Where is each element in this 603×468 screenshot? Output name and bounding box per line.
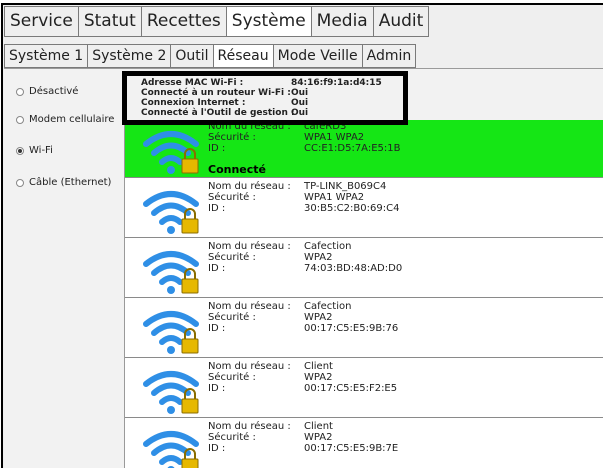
wifi-status-box: Adresse MAC Wi-Fi : 84:16:f9:1a:d4:15 Con… xyxy=(122,71,408,125)
radio-indicator xyxy=(16,87,24,96)
internet-label: Connexion Internet : xyxy=(141,98,246,108)
connection-status: Connecté xyxy=(208,163,266,176)
radio-desactive[interactable]: Désactivé xyxy=(16,86,120,97)
network-row[interactable]: Nom du réseau : Client Sécurité : WPA2 ID : 0… xyxy=(125,360,603,418)
internet-value: Oui xyxy=(291,98,309,108)
wifi-lock-icon xyxy=(143,311,199,354)
tab-recettes[interactable]: Recettes xyxy=(140,6,226,37)
network-row[interactable]: Nom du réseau : Cafection Sécurité : WPA2 ID… xyxy=(125,240,603,298)
tab-media[interactable]: Media xyxy=(310,6,373,37)
network-name: Client xyxy=(304,361,333,372)
subtab-outil[interactable]: Outil xyxy=(170,44,213,68)
subtab-mode-veille[interactable]: Mode Veille xyxy=(272,44,362,68)
network-security: WPA2 xyxy=(304,432,333,443)
tool-value: Oui xyxy=(291,108,309,118)
router-value: Oui xyxy=(291,88,309,98)
radio-label: Modem cellulaire xyxy=(29,114,115,125)
main-tab-bar: Service Statut Recettes Système Media Au… xyxy=(4,6,430,37)
network-security: WPA2 xyxy=(304,312,333,323)
network-security-label: Sécurité : xyxy=(208,252,256,263)
network-id: 00:17:C5:E5:9B:7E xyxy=(304,443,399,454)
network-info: Nom du réseau : Cafection Sécurité : WPA2 ID… xyxy=(208,301,398,334)
wifi-lock-icon xyxy=(143,371,199,414)
network-info: Nom du réseau : Client Sécurité : WPA2 ID : 0… xyxy=(208,421,398,454)
mac-value: 84:16:f9:1a:d4:15 xyxy=(291,78,382,88)
tool-label: Connecté à l'Outil de gestion : xyxy=(141,108,295,118)
router-label: Connecté à un routeur Wi-Fi : xyxy=(141,88,291,98)
network-id-label: ID : xyxy=(208,263,226,274)
subtab-systeme-2[interactable]: Système 2 xyxy=(87,44,171,68)
radio-wifi[interactable]: Wi-Fi xyxy=(16,145,120,156)
network-name-label: Nom du réseau : xyxy=(208,301,291,312)
radio-label: Wi-Fi xyxy=(29,145,53,156)
network-id-label: ID : xyxy=(208,323,226,334)
network-name-label: Nom du réseau : xyxy=(208,361,291,372)
network-security: WPA2 xyxy=(304,252,333,263)
subtab-admin[interactable]: Admin xyxy=(361,44,416,68)
network-id: 30:B5:C2:B0:69:C4 xyxy=(304,203,400,214)
tab-systeme[interactable]: Système xyxy=(225,6,311,37)
network-id: 00:17:C5:E5:9B:76 xyxy=(304,323,399,334)
network-id-label: ID : xyxy=(208,443,226,454)
mac-label: Adresse MAC Wi-Fi : xyxy=(141,78,244,88)
network-security-label: Sécurité : xyxy=(208,192,256,203)
network-id-label: ID : xyxy=(208,203,226,214)
radio-modem-cellulaire[interactable]: Modem cellulaire xyxy=(16,114,120,125)
radio-label: Désactivé xyxy=(29,86,79,97)
network-security-label: Sécurité : xyxy=(208,132,256,143)
network-row[interactable]: Nom du réseau : cafeRD3 Sécurité : WPA1 WPA… xyxy=(125,120,603,178)
radio-label: Câble (Ethernet) xyxy=(29,177,112,188)
tab-statut[interactable]: Statut xyxy=(77,6,141,37)
network-id-label: ID : xyxy=(208,383,226,394)
network-list[interactable]: Nom du réseau : cafeRD3 Sécurité : WPA1 WPA… xyxy=(124,120,603,468)
sub-tab-bar: Système 1 Système 2 Outil Réseau Mode Ve… xyxy=(4,44,416,68)
network-name: TP-LINK_B069C4 xyxy=(304,181,387,192)
network-name: Client xyxy=(304,421,333,432)
network-row[interactable]: Nom du réseau : Cafection Sécurité : WPA2 ID… xyxy=(125,300,603,358)
radio-cable-ethernet[interactable]: Câble (Ethernet) xyxy=(16,177,120,188)
subtab-reseau[interactable]: Réseau xyxy=(212,44,273,68)
radio-indicator xyxy=(16,178,24,187)
network-security-label: Sécurité : xyxy=(208,372,256,383)
network-row[interactable]: Nom du réseau : Client Sécurité : WPA2 ID : 0… xyxy=(125,420,603,468)
wifi-lock-icon xyxy=(143,251,199,294)
network-id-label: ID : xyxy=(208,143,226,154)
radio-indicator xyxy=(16,115,24,124)
network-id: CC:E1:D5:7A:E5:1B xyxy=(304,143,401,154)
network-name-label: Nom du réseau : xyxy=(208,421,291,432)
network-name-label: Nom du réseau : xyxy=(208,181,291,192)
network-id: 74:03:BD:48:AD:D0 xyxy=(304,263,403,274)
radio-indicator xyxy=(16,146,24,155)
network-name: Cafection xyxy=(304,301,352,312)
network-name-label: Nom du réseau : xyxy=(208,241,291,252)
network-security-label: Sécurité : xyxy=(208,432,256,443)
network-name: Cafection xyxy=(304,241,352,252)
network-security: WPA1 WPA2 xyxy=(304,192,365,203)
network-security: WPA2 xyxy=(304,372,333,383)
wifi-lock-icon xyxy=(143,191,199,234)
subtab-systeme-1[interactable]: Système 1 xyxy=(4,44,88,68)
wifi-lock-icon xyxy=(143,431,199,468)
network-id: 00:17:C5:E5:F2:E5 xyxy=(304,383,398,394)
network-row[interactable]: Nom du réseau : TP-LINK_B069C4 Sécurité : W… xyxy=(125,180,603,238)
network-security: WPA1 WPA2 xyxy=(304,132,365,143)
wifi-lock-icon xyxy=(143,131,199,174)
tab-audit[interactable]: Audit xyxy=(372,6,430,37)
network-security-label: Sécurité : xyxy=(208,312,256,323)
network-info: Nom du réseau : Cafection Sécurité : WPA2 ID… xyxy=(208,241,402,274)
network-info: Nom du réseau : TP-LINK_B069C4 Sécurité : W… xyxy=(208,181,399,214)
network-info: Nom du réseau : Client Sécurité : WPA2 ID : 0… xyxy=(208,361,397,394)
network-info: Nom du réseau : cafeRD3 Sécurité : WPA1 WPA… xyxy=(208,121,400,154)
tab-service[interactable]: Service xyxy=(4,6,78,37)
